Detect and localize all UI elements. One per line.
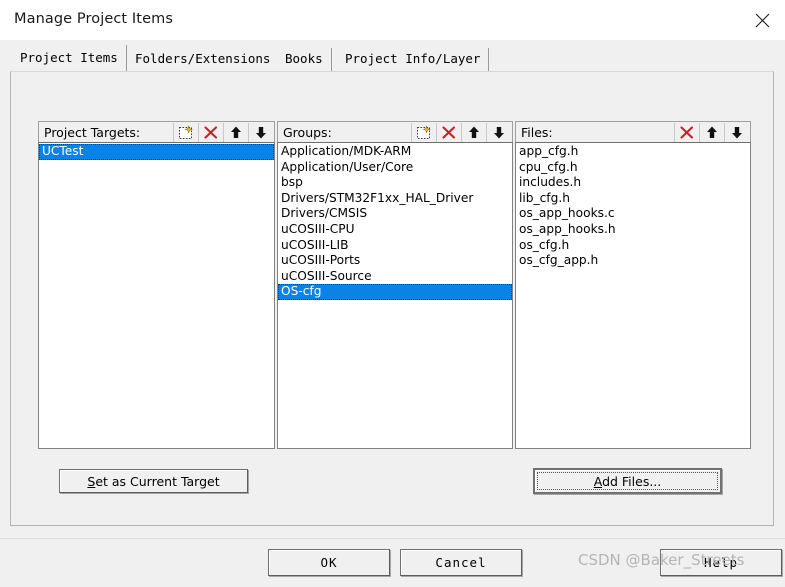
groups-label: Groups: <box>283 124 332 140</box>
files-listbox[interactable]: app_cfg.h cpu_cfg.h includes.h lib_cfg.h… <box>515 142 751 449</box>
move-target-up-button[interactable] <box>223 122 248 143</box>
move-group-up-button[interactable] <box>461 122 486 143</box>
delete-target-button[interactable] <box>198 122 223 143</box>
title-bar: Manage Project Items <box>0 0 785 41</box>
delete-group-button[interactable] <box>436 122 461 143</box>
files-label: Files: <box>521 124 553 140</box>
move-up-icon <box>469 126 479 138</box>
move-file-up-button[interactable] <box>699 122 724 143</box>
list-item[interactable]: bsp <box>278 175 512 191</box>
new-item-icon <box>179 125 193 139</box>
project-targets-toolbar <box>173 122 273 143</box>
move-down-icon <box>732 127 742 139</box>
add-files-button[interactable]: Add Files... <box>533 468 722 494</box>
files-toolbar <box>674 122 749 143</box>
list-item[interactable]: OS-cfg <box>278 284 512 300</box>
tab-strip: Project Items Folders/Extensions Books P… <box>0 40 785 72</box>
list-item[interactable]: Drivers/CMSIS <box>278 206 512 222</box>
delete-icon <box>442 126 456 139</box>
list-item[interactable]: os_cfg_app.h <box>516 253 750 269</box>
move-target-down-button[interactable] <box>248 122 273 143</box>
delete-icon <box>204 126 218 139</box>
project-targets-listbox[interactable]: UCTest <box>38 142 275 449</box>
list-item[interactable]: uCOSIII-Ports <box>278 253 512 269</box>
cancel-button[interactable]: Cancel <box>400 549 522 576</box>
delete-icon <box>680 126 694 139</box>
move-up-icon <box>231 126 241 138</box>
list-item[interactable]: os_cfg.h <box>516 238 750 254</box>
label-rest: et as Current Target <box>95 473 220 489</box>
files-header: Files: <box>515 121 751 143</box>
focus-ring <box>537 472 718 490</box>
move-up-icon <box>707 126 717 138</box>
tab-folders-extensions[interactable]: Folders/Extensions <box>127 48 280 71</box>
tab-project-items[interactable]: Project Items <box>12 45 127 71</box>
move-file-down-button[interactable] <box>724 122 749 143</box>
list-item[interactable]: lib_cfg.h <box>516 191 750 207</box>
list-item[interactable]: Drivers/STM32F1xx_HAL_Driver <box>278 191 512 207</box>
delete-file-button[interactable] <box>674 122 699 143</box>
list-item[interactable]: app_cfg.h <box>516 144 750 160</box>
groups-listbox[interactable]: Application/MDK-ARM Application/User/Cor… <box>277 142 513 449</box>
list-item[interactable]: UCTest <box>39 144 274 160</box>
project-targets-header: Project Targets: <box>38 121 275 143</box>
move-down-icon <box>256 127 266 139</box>
tab-project-info-layer[interactable]: Project Info/Layer <box>337 48 490 71</box>
list-item[interactable]: uCOSIII-LIB <box>278 238 512 254</box>
new-target-button[interactable] <box>173 122 198 143</box>
groups-toolbar <box>411 122 511 143</box>
help-button[interactable]: Help <box>660 549 782 576</box>
move-group-down-button[interactable] <box>486 122 511 143</box>
tab-books[interactable]: Books <box>277 48 332 71</box>
project-targets-label: Project Targets: <box>44 124 141 140</box>
window-title: Manage Project Items <box>14 11 173 27</box>
close-icon <box>755 13 769 27</box>
list-item[interactable]: Application/User/Core <box>278 160 512 176</box>
new-group-button[interactable] <box>411 122 436 143</box>
list-item[interactable]: uCOSIII-CPU <box>278 222 512 238</box>
list-item[interactable]: os_app_hooks.h <box>516 222 750 238</box>
list-item[interactable]: includes.h <box>516 175 750 191</box>
list-item[interactable]: uCOSIII-Source <box>278 269 512 285</box>
groups-header: Groups: <box>277 121 513 143</box>
list-item[interactable]: Application/MDK-ARM <box>278 144 512 160</box>
footer-separator <box>0 538 785 539</box>
close-button[interactable] <box>739 0 785 40</box>
tab-page-project-items: Project Targets: UCTest Groups: Applicat… <box>10 71 774 526</box>
set-as-current-target-label: Set as Current Target <box>87 474 219 489</box>
move-down-icon <box>494 127 504 139</box>
set-as-current-target-button[interactable]: Set as Current Target <box>59 469 248 493</box>
list-item[interactable]: os_app_hooks.c <box>516 206 750 222</box>
ok-button[interactable]: OK <box>268 549 390 576</box>
new-item-icon <box>417 125 431 139</box>
list-item[interactable]: cpu_cfg.h <box>516 160 750 176</box>
